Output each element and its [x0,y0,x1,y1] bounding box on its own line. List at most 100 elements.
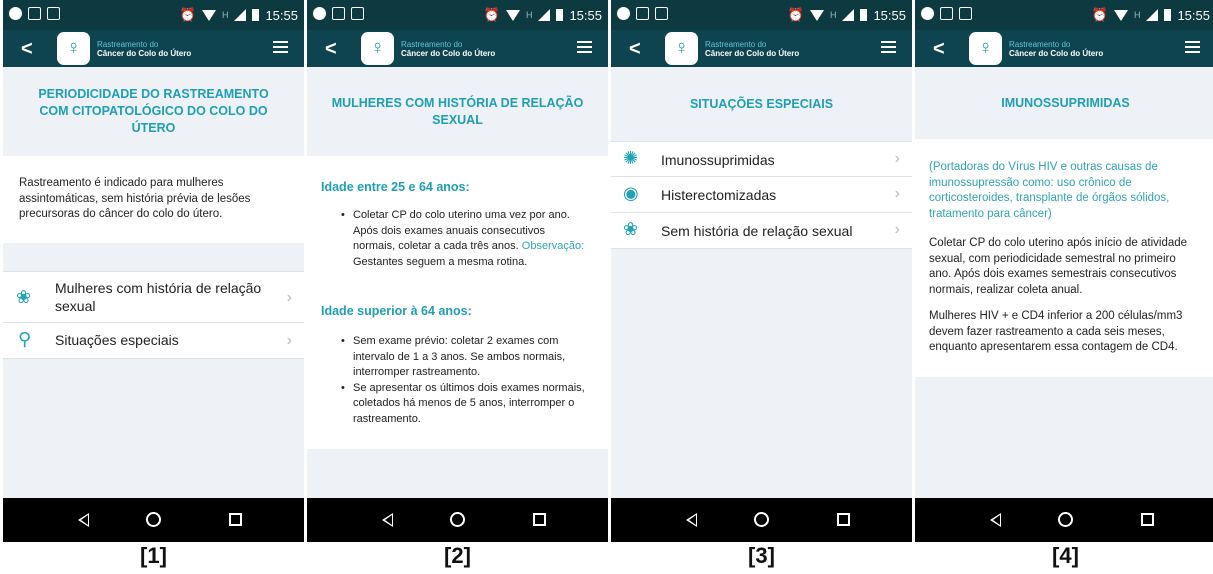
nav-home-icon[interactable] [450,512,465,527]
network-type: H [221,10,229,20]
gallery-icon [332,7,345,20]
chevron-right-icon: › [894,150,900,167]
back-arrow-icon[interactable]: < [933,38,945,61]
app-title: Rastreamento do Câncer do Colo do Útero [705,40,799,58]
alarm-icon: ⏰ [179,7,196,22]
list-item-label: Sem história de relação sexual [661,223,853,239]
status-bar: ⏰ H 15:55 [915,0,1213,30]
messenger-icon [921,7,934,20]
wifi-icon [505,9,520,21]
hamburger-menu-icon[interactable] [273,41,288,56]
note-text: (Portadoras do Vírus HIV e outras causas… [929,161,1170,220]
nav-back-icon[interactable] [686,513,697,527]
status-bar: ⏰ H 15:55 [611,0,912,30]
wifi-icon [201,9,216,21]
sim-icon [959,7,972,20]
page-header: MULHERES COM HISTÓRIA DE RELAÇÃO SEXUAL [307,67,608,156]
list-item-imunossuprimidas[interactable]: ✺ Imunossuprimidas › [611,141,912,177]
app-bar: < ♀ Rastreamento do Câncer do Colo do Úte… [611,30,912,67]
uterus-logo-icon: ♀ [57,32,90,65]
uterus-logo-icon: ♀ [361,32,394,65]
alarm-icon: ⏰ [483,7,500,22]
nav-back-icon[interactable] [78,513,89,527]
virus-icon: ✺ [623,148,639,168]
gallery-icon [28,7,41,20]
list-item-label: Histerectomizadas [661,187,777,203]
caption-1: [1] [140,543,167,568]
sim-icon [351,7,364,20]
gallery-icon [636,7,649,20]
uterus-logo-icon: ♀ [665,32,698,65]
clock: 15:55 [873,7,906,23]
battery-icon [252,9,260,21]
app-bar: < ♀ Rastreamento do Câncer do Colo do Úte… [915,30,1213,67]
chevron-right-icon: › [894,221,900,238]
gallery-icon [940,7,953,20]
clock: 15:55 [569,7,602,23]
app-title-line1: Rastreamento do [401,40,463,49]
status-bar: ⏰ H 15:55 [307,0,608,30]
sim-icon [47,7,60,20]
caption-4: [4] [1052,543,1079,568]
messenger-icon [617,7,630,20]
bullet-item: Coletar CP do colo uterino uma vez por a… [341,208,586,270]
nav-recents-icon[interactable] [1141,513,1154,526]
paragraph-2: Mulheres HIV + e CD4 inferior a 200 célu… [929,310,1183,353]
battery-icon [556,9,564,21]
hamburger-menu-icon[interactable] [577,41,592,56]
nav-recents-icon[interactable] [837,513,850,526]
page-title: IMUNOSSUPRIMIDAS [1001,95,1130,110]
intro-text: Rastreamento é indicado para mulheres as… [19,177,251,220]
battery-icon [1164,9,1172,21]
list-item-label: Situações especiais [55,332,179,348]
nav-back-icon[interactable] [382,513,393,527]
messenger-icon [9,7,22,20]
nav-home-icon[interactable] [754,512,769,527]
observation-text: Gestantes seguem a mesma rotina. [353,255,528,268]
list-item-situacoes[interactable]: ⚲ Situações especiais › [3,323,304,359]
section-title: Idade entre 25 e 64 anos: [321,180,470,194]
nav-home-icon[interactable] [146,512,161,527]
wifi-icon [1113,9,1128,21]
back-arrow-icon[interactable]: < [21,38,33,61]
nav-home-icon[interactable] [1058,512,1073,527]
back-arrow-icon[interactable]: < [629,38,641,61]
content-card: Idade entre 25 e 64 anos: Coletar CP do … [307,156,608,449]
android-nav-bar [307,498,608,542]
app-title: Rastreamento do Câncer do Colo do Útero [97,40,191,58]
chevron-right-icon: › [894,185,900,202]
status-bar: ⏰ H 15:55 [3,0,304,30]
clock: 15:55 [265,7,298,23]
list-item-histerectomizadas[interactable]: ◉ Histerectomizadas › [611,177,912,213]
lotus-icon: ❀ [623,219,639,239]
paragraph-1: Coletar CP do colo uterino após início d… [929,237,1188,296]
alarm-icon: ⏰ [787,7,804,22]
caption-2: [2] [444,543,471,568]
bullet-item: Se apresentar os últimos dois exames nor… [341,381,586,428]
back-arrow-icon[interactable]: < [325,38,337,61]
sim-icon [655,7,668,20]
android-nav-bar [3,498,304,542]
signal-icon [538,9,551,21]
nav-back-icon[interactable] [990,513,1001,527]
chevron-right-icon: › [286,289,292,306]
battery-icon [860,9,868,21]
nav-recents-icon[interactable] [229,513,242,526]
network-type: H [829,10,837,20]
intro-card: Rastreamento é indicado para mulheres as… [3,156,304,243]
hamburger-menu-icon[interactable] [1185,41,1200,56]
bullet-list: Coletar CP do colo uterino uma vez por a… [341,208,586,270]
list-item-sem-historia[interactable]: ❀ Sem história de relação sexual › [611,213,912,249]
nav-recents-icon[interactable] [533,513,546,526]
list-item-label: Imunossuprimidas [661,152,775,168]
hamburger-menu-icon[interactable] [881,41,896,56]
page-title: MULHERES COM HISTÓRIA DE RELAÇÃO SEXUAL [331,95,584,127]
list-item-label: Mulheres com história de relação sexual [55,280,262,314]
android-nav-bar [611,498,912,542]
screen-2: ⏰ H 15:55 < ♀ Rastreamento do Câncer do Col… [307,0,608,542]
page-header: IMUNOSSUPRIMIDAS [915,67,1213,139]
chevron-right-icon: › [286,332,292,349]
list-item-mulheres[interactable]: ❀ Mulheres com história de relação sexua… [3,271,304,323]
page-header: SITUAÇÕES ESPECIAIS [611,67,912,141]
android-nav-bar [915,498,1213,542]
